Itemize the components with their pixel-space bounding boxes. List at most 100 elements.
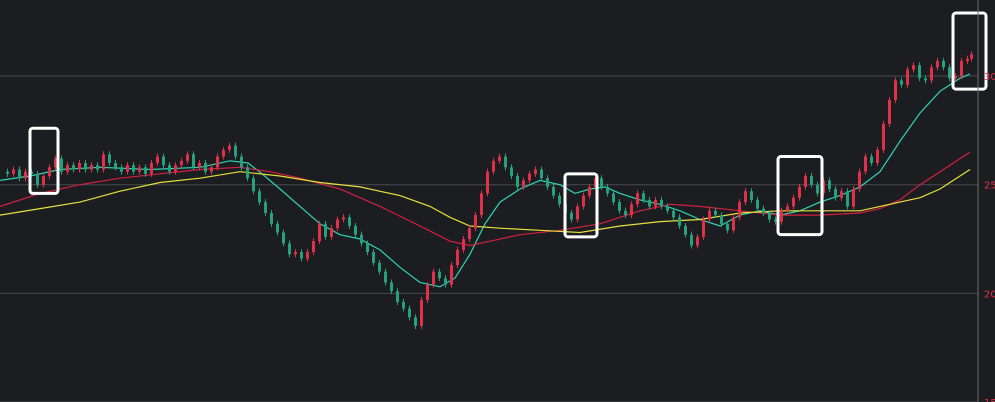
- candle-body: [204, 162, 207, 172]
- candle-body: [264, 202, 267, 213]
- candle-body: [96, 165, 99, 170]
- candle-body: [612, 193, 615, 203]
- candle-body: [180, 160, 183, 166]
- candle-body: [450, 265, 453, 285]
- candle-body: [642, 193, 645, 200]
- candle-body: [402, 302, 405, 309]
- candle-body: [372, 252, 375, 263]
- candle-body: [462, 239, 465, 250]
- candle-body: [198, 162, 201, 168]
- candle-body: [468, 228, 471, 240]
- candle-body: [36, 173, 39, 185]
- candle-body: [918, 65, 921, 79]
- candle-body: [336, 219, 339, 229]
- candle-body: [552, 186, 555, 196]
- highlight-box: [951, 11, 988, 91]
- candle-body: [576, 206, 579, 220]
- candle-body: [162, 156, 165, 166]
- candle-body: [78, 162, 81, 170]
- candle-body: [534, 169, 537, 174]
- candle-body: [714, 210, 717, 216]
- y-tick-label: 30: [984, 72, 995, 83]
- candle-body: [966, 58, 969, 61]
- candle-body: [192, 154, 195, 168]
- candle-body: [888, 99, 891, 124]
- candle-body: [750, 191, 753, 200]
- candle-body: [798, 186, 801, 198]
- highlight-boxes: [28, 11, 988, 239]
- candle-body: [702, 219, 705, 237]
- candle-body: [906, 69, 909, 85]
- candle-body: [108, 154, 111, 163]
- candle-body: [144, 167, 147, 174]
- candle-body: [174, 165, 177, 172]
- candle-body: [60, 158, 63, 172]
- candle-body: [306, 252, 309, 259]
- candle-body: [726, 223, 729, 231]
- candle-body: [816, 184, 819, 194]
- candle-body: [168, 165, 171, 172]
- candle-body: [330, 228, 333, 237]
- candle-body: [498, 156, 501, 161]
- candle-body: [102, 154, 105, 170]
- candle-body: [480, 193, 483, 216]
- candle-body: [492, 160, 495, 172]
- candle-body: [870, 156, 873, 163]
- candle-body: [810, 176, 813, 185]
- candle-body: [864, 156, 867, 172]
- candle-body: [222, 149, 225, 157]
- candle-body: [936, 60, 939, 68]
- candle-body: [738, 202, 741, 218]
- candle-body: [156, 156, 159, 163]
- candle-body: [708, 210, 711, 220]
- candle-body: [558, 195, 561, 205]
- candles: [6, 51, 973, 329]
- candle-body: [654, 199, 657, 207]
- candle-body: [384, 271, 387, 283]
- candle-body: [684, 225, 687, 235]
- candle-body: [72, 165, 75, 170]
- candle-body: [366, 243, 369, 253]
- candle-body: [648, 199, 651, 207]
- candle-body: [186, 154, 189, 161]
- candle-body: [804, 176, 807, 187]
- candle-body: [354, 225, 357, 235]
- candle-body: [894, 80, 897, 100]
- candle-body: [126, 165, 129, 172]
- candle-body: [786, 206, 789, 211]
- y-tick-label: 20: [984, 289, 995, 300]
- candle-body: [828, 180, 831, 190]
- candle-body: [606, 186, 609, 194]
- candle-body: [660, 199, 663, 207]
- grid-lines: [0, 75, 978, 402]
- candle-body: [744, 191, 747, 203]
- candle-body: [228, 145, 231, 150]
- candle-body: [858, 171, 861, 190]
- candlestick-chart: 30 25 20 15: [0, 0, 995, 402]
- candle-body: [294, 252, 297, 255]
- candle-body: [444, 278, 447, 285]
- candle-body: [540, 169, 543, 179]
- candle-body: [378, 262, 381, 272]
- candle-body: [240, 156, 243, 168]
- candle-body: [114, 162, 117, 168]
- candle-body: [960, 60, 963, 77]
- candle-body: [678, 217, 681, 226]
- candle-body: [834, 189, 837, 198]
- candle-body: [150, 162, 153, 174]
- candle-body: [234, 145, 237, 157]
- candle-body: [970, 54, 973, 59]
- candle-body: [600, 178, 603, 187]
- candle-body: [360, 234, 363, 244]
- candle-body: [420, 299, 423, 326]
- candle-body: [66, 165, 69, 172]
- candle-body: [900, 80, 903, 85]
- candle-body: [414, 317, 417, 326]
- candle-body: [84, 162, 87, 170]
- candle-body: [6, 171, 9, 174]
- candle-body: [882, 123, 885, 150]
- candle-body: [438, 271, 441, 279]
- candle-body: [216, 156, 219, 168]
- candle-body: [876, 149, 879, 163]
- candle-body: [282, 232, 285, 244]
